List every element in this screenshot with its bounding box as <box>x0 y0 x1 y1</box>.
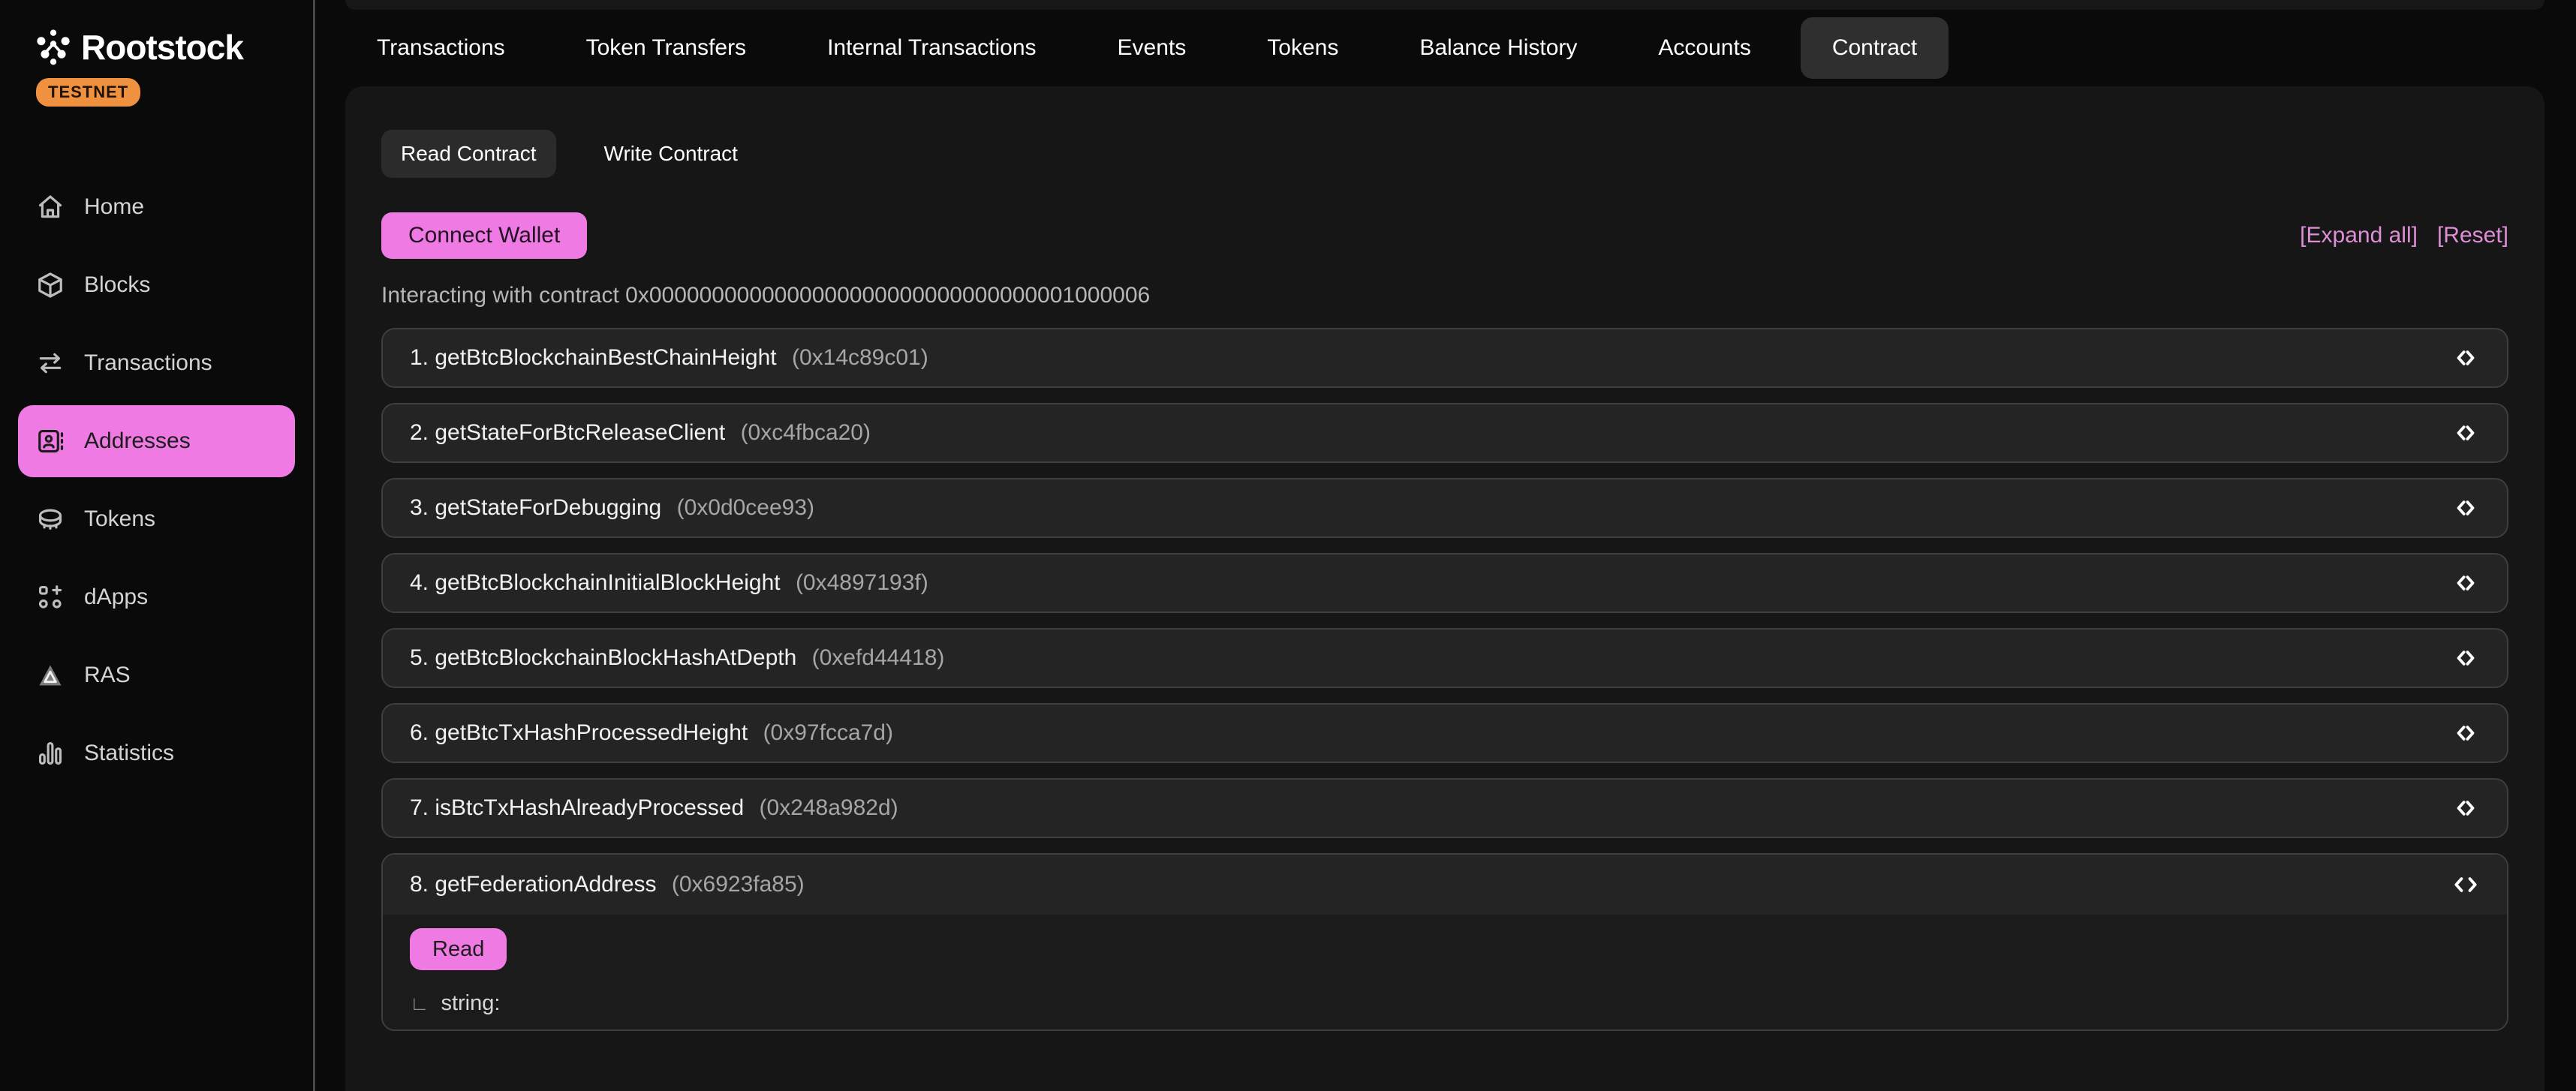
home-icon <box>36 193 65 221</box>
dapps-grid-icon <box>36 583 65 612</box>
sidebar-item-label: RAS <box>84 663 131 688</box>
function-title: 3. getStateForDebugging <box>410 495 668 520</box>
cube-icon <box>36 271 65 299</box>
dapps-icon <box>36 583 65 612</box>
sidebar: Rootstock TESTNET Home Blocks Transactio… <box>0 0 315 1091</box>
sidebar-item-home[interactable]: Home <box>18 171 295 243</box>
wallet-row: Connect Wallet [Expand all] [Reset] <box>381 212 2508 259</box>
function-title: 1. getBtcBlockchainBestChainHeight <box>410 345 783 370</box>
ras-triangle-icon <box>36 661 65 690</box>
contract-card: Read Contract Write Contract Connect Wall… <box>345 86 2544 1091</box>
sidebar-item-label: Home <box>84 194 144 220</box>
tab-token-transfers[interactable]: Token Transfers <box>555 17 778 79</box>
function-row[interactable]: 5. getBtcBlockchainBlockHashAtDepth (0xe… <box>381 628 2508 688</box>
testnet-badge: TESTNET <box>36 78 140 107</box>
function-selector: (0xefd44418) <box>812 645 945 670</box>
rootstock-logo-icon <box>36 29 71 66</box>
code-icon[interactable] <box>2451 719 2480 747</box>
function-row[interactable]: 2. getStateForBtcReleaseClient (0xc4fbca… <box>381 403 2508 463</box>
read-button[interactable]: Read <box>410 928 507 970</box>
function-row-header[interactable]: 8. getFederationAddress (0x6923fa85) <box>383 855 2507 915</box>
connect-wallet-button[interactable]: Connect Wallet <box>381 212 587 259</box>
code-icon[interactable] <box>2451 344 2480 372</box>
code-icon[interactable] <box>2451 794 2480 822</box>
function-selector: (0x6923fa85) <box>672 872 805 897</box>
code-icon-expanded[interactable] <box>2451 870 2480 899</box>
interacting-with-contract-text: Interacting with contract 0x000000000000… <box>381 283 2508 308</box>
sidebar-item-label: Statistics <box>84 741 174 766</box>
function-title: 5. getBtcBlockchainBlockHashAtDepth <box>410 645 803 670</box>
tab-balance-history[interactable]: Balance History <box>1388 17 1608 79</box>
code-icon[interactable] <box>2451 644 2480 672</box>
function-row[interactable]: 1. getBtcBlockchainBestChainHeight (0x14… <box>381 328 2508 388</box>
function-selector: (0x14c89c01) <box>792 345 928 370</box>
panel-links: [Expand all] [Reset] <box>2300 223 2508 248</box>
function-row[interactable]: 4. getBtcBlockchainInitialBlockHeight (0… <box>381 553 2508 613</box>
coin-icon <box>36 505 65 533</box>
statistics-icon <box>36 739 65 768</box>
tab-events[interactable]: Events <box>1086 17 1218 79</box>
code-icon[interactable] <box>2451 494 2480 522</box>
function-body: Read ∟ string: <box>383 915 2507 1029</box>
scrolled-card-edge <box>345 0 2544 10</box>
expand-all-link[interactable]: [Expand all] <box>2300 223 2418 248</box>
transactions-icon <box>36 349 65 377</box>
tab-transactions[interactable]: Transactions <box>345 17 537 79</box>
function-title: 6. getBtcTxHashProcessedHeight <box>410 720 754 745</box>
contact-card-icon <box>36 427 65 455</box>
function-selector: (0x0d0cee93) <box>677 495 814 520</box>
function-list: 1. getBtcBlockchainBestChainHeight (0x14… <box>381 328 2508 1031</box>
sidebar-item-label: Blocks <box>84 272 150 298</box>
tab-accounts[interactable]: Accounts <box>1627 17 1782 79</box>
function-title: 4. getBtcBlockchainInitialBlockHeight <box>410 570 787 595</box>
sidebar-item-label: Transactions <box>84 350 212 376</box>
sidebar-item-label: Addresses <box>84 428 191 454</box>
brand-name: Rootstock <box>81 27 243 68</box>
tokens-icon <box>36 505 65 533</box>
bar-chart-icon <box>36 739 65 768</box>
function-row[interactable]: 3. getStateForDebugging (0x0d0cee93) <box>381 478 2508 538</box>
result-line: ∟ string: <box>410 991 2480 1016</box>
function-selector: (0x248a982d) <box>760 795 898 820</box>
tab-tokens[interactable]: Tokens <box>1235 17 1370 79</box>
address-tabs: Transactions Token Transfers Internal Tran… <box>345 10 2544 86</box>
sidebar-item-transactions[interactable]: Transactions <box>18 327 295 399</box>
brand-logo[interactable]: Rootstock <box>0 27 313 68</box>
sidebar-item-statistics[interactable]: Statistics <box>18 717 295 789</box>
function-selector: (0x97fcca7d) <box>763 720 893 745</box>
function-selector: (0xc4fbca20) <box>741 420 871 445</box>
home-icon <box>36 193 65 221</box>
sidebar-item-dapps[interactable]: dApps <box>18 561 295 633</box>
main-area: Transactions Token Transfers Internal Tran… <box>315 0 2576 1091</box>
code-icon[interactable] <box>2451 569 2480 597</box>
sidebar-item-blocks[interactable]: Blocks <box>18 249 295 321</box>
sidebar-item-ras[interactable]: RAS <box>18 639 295 711</box>
code-icon[interactable] <box>2451 419 2480 447</box>
return-indicator: ∟ <box>410 992 429 1015</box>
sidebar-nav: Home Blocks Transactions Addresses Token… <box>0 171 313 789</box>
sidebar-item-tokens[interactable]: Tokens <box>18 483 295 555</box>
app-window: Rootstock TESTNET Home Blocks Transactio… <box>0 0 2576 1091</box>
swap-arrows-icon <box>36 349 65 377</box>
sidebar-item-label: dApps <box>84 585 148 610</box>
sidebar-item-addresses[interactable]: Addresses <box>18 405 295 477</box>
tab-contract[interactable]: Contract <box>1801 17 1949 79</box>
ras-icon <box>36 661 65 690</box>
subtab-write-contract[interactable]: Write Contract <box>585 130 757 178</box>
contract-subtabs: Read Contract Write Contract <box>381 130 2508 178</box>
addresses-icon <box>36 427 65 455</box>
function-selector: (0x4897193f) <box>796 570 928 595</box>
reset-link[interactable]: [Reset] <box>2437 223 2508 248</box>
function-row[interactable]: 7. isBtcTxHashAlreadyProcessed (0x248a98… <box>381 778 2508 838</box>
blocks-icon <box>36 271 65 299</box>
function-title: 7. isBtcTxHashAlreadyProcessed <box>410 795 751 820</box>
sidebar-item-label: Tokens <box>84 506 155 532</box>
function-title: 2. getStateForBtcReleaseClient <box>410 420 732 445</box>
function-row[interactable]: 6. getBtcTxHashProcessedHeight (0x97fcca… <box>381 703 2508 763</box>
subtab-read-contract[interactable]: Read Contract <box>381 130 556 178</box>
function-row-expanded: 8. getFederationAddress (0x6923fa85) Rea… <box>381 853 2508 1031</box>
tab-internal-transactions[interactable]: Internal Transactions <box>796 17 1067 79</box>
output-type-label: string: <box>441 991 500 1016</box>
function-title: 8. getFederationAddress <box>410 872 663 897</box>
